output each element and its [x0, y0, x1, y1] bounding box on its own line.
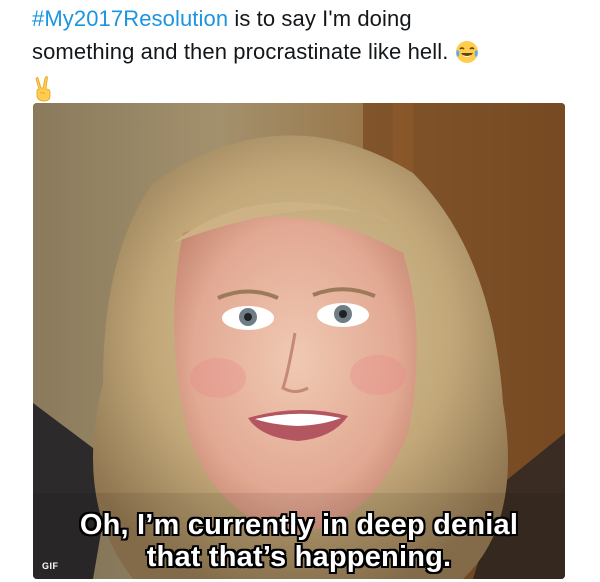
gif-media[interactable]: Oh, I’m currently in deep denial that th… — [33, 103, 565, 579]
gif-badge: GIF — [42, 561, 59, 571]
tweet: #My2017Resolution is to say I'm doing so… — [0, 0, 600, 582]
tweet-text: #My2017Resolution is to say I'm doing so… — [32, 2, 592, 111]
tweet-text-line1: is to say I'm doing — [228, 6, 412, 31]
gif-caption-line1: Oh, I’m currently in deep denial — [79, 509, 519, 541]
tears-of-joy-emoji-icon — [455, 40, 479, 73]
tweet-text-line2: something and then procrastinate like he… — [32, 39, 449, 64]
hashtag-link[interactable]: #My2017Resolution — [32, 6, 228, 31]
gif-frame-image — [33, 103, 565, 579]
gif-caption-line2: that that’s happening. — [146, 541, 452, 573]
